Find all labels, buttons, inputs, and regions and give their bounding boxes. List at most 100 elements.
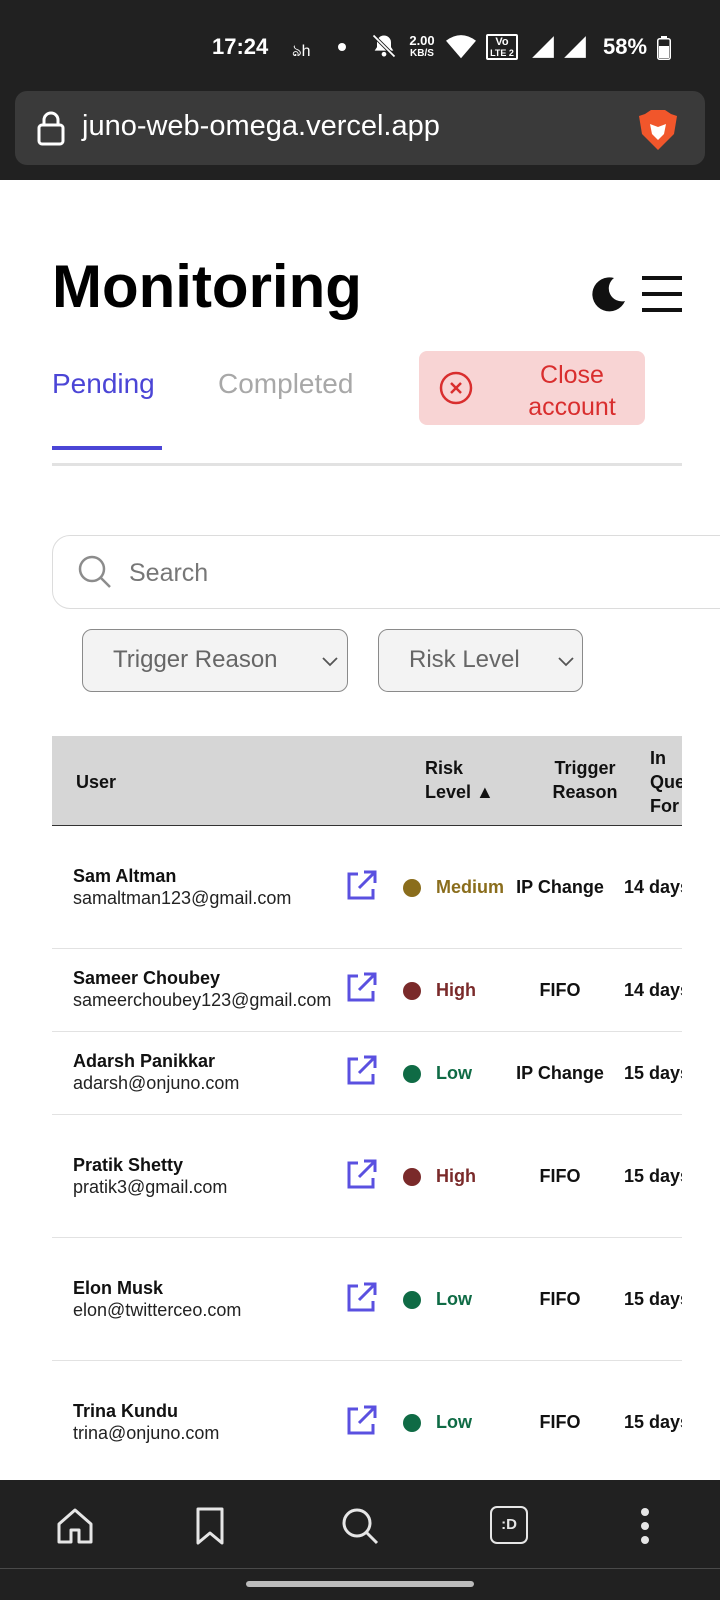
volte-line2: LTE 2 (490, 48, 514, 58)
more-options-icon[interactable] (625, 1506, 665, 1546)
risk-dot (403, 1414, 421, 1432)
risk-level-select-label: Risk Level (409, 646, 520, 673)
external-link-icon[interactable] (344, 869, 378, 903)
risk-dot (403, 1168, 421, 1186)
risk-level-select[interactable]: Risk Level (378, 629, 583, 692)
queue-duration: 15 days (624, 1166, 682, 1186)
queue-duration: 14 days (624, 980, 682, 1000)
external-link-icon[interactable] (344, 1054, 378, 1088)
notification-dot-icon (338, 43, 346, 51)
queue-duration: 15 days (624, 1063, 682, 1083)
status-extra-indicator: ঌh (292, 43, 311, 60)
risk-dot (403, 1291, 421, 1309)
trigger-reason: FIFO (539, 980, 581, 1000)
table-row: Sameer Choubey sameerchoubey123@gmail.co… (52, 949, 682, 1032)
brave-lion-icon[interactable] (637, 108, 679, 152)
search-icon (78, 555, 111, 588)
table-row: Pratik Shetty pratik3@gmail.com High FIF… (52, 1115, 682, 1238)
url-text[interactable]: juno-web-omega.vercel.app (82, 110, 440, 143)
column-header-trigger-reason: Trigger Reason (552, 758, 618, 802)
bookmark-icon[interactable] (190, 1506, 230, 1546)
table-row: Sam Altman samaltman123@gmail.com Medium… (52, 826, 682, 949)
active-tab-indicator (52, 446, 162, 450)
network-speed: 2.00 KB/S (404, 34, 440, 60)
risk-dot (403, 1065, 421, 1083)
user-email: pratik3@gmail.com (73, 1177, 228, 1197)
table-header: User Risk Level ▲ Trigger Reason In Queu… (52, 736, 682, 826)
battery-percent: 58% (603, 34, 648, 59)
table-row: Adarsh Panikkar adarsh@onjuno.com Low IP… (52, 1032, 682, 1115)
trigger-reason: FIFO (539, 1289, 581, 1309)
table-body: Sam Altman samaltman123@gmail.com Medium… (52, 826, 682, 1480)
external-link-icon[interactable] (344, 1281, 378, 1315)
close-account-button[interactable]: Close account (419, 351, 645, 425)
risk-level: Medium (436, 877, 505, 897)
volte-line1: Vo (495, 36, 509, 48)
tab-pending[interactable]: Pending (52, 368, 155, 400)
tab-divider (52, 463, 682, 466)
search-box[interactable] (52, 535, 720, 609)
trigger-reason: IP Change (516, 1063, 604, 1083)
close-circle-icon (439, 371, 473, 405)
lock-icon[interactable] (36, 110, 66, 146)
search-input[interactable] (127, 552, 631, 594)
risk-level: Low (436, 1412, 472, 1432)
column-header-user: User (76, 772, 117, 792)
user-name: Pratik Shetty (73, 1155, 184, 1175)
home-icon[interactable] (55, 1506, 95, 1546)
volte-badge: Vo LTE 2 (486, 34, 518, 60)
user-email: trina@onjuno.com (73, 1423, 220, 1443)
external-link-icon[interactable] (344, 971, 378, 1005)
tab-completed[interactable]: Completed (218, 368, 353, 400)
user-email: samaltman123@gmail.com (73, 888, 292, 908)
tabs-counter-label: :D (501, 1516, 517, 1533)
risk-dot (403, 879, 421, 897)
hamburger-menu-icon[interactable] (642, 274, 682, 314)
trigger-reason-select[interactable]: Trigger Reason (82, 629, 348, 692)
user-name: Trina Kundu (73, 1401, 178, 1421)
tabs-counter-button[interactable]: :D (490, 1506, 528, 1544)
wifi-icon (446, 35, 476, 59)
chevron-down-icon (558, 657, 574, 667)
user-name: Adarsh Panikkar (73, 1051, 216, 1071)
search-icon[interactable] (340, 1506, 380, 1546)
status-time: 17:24 (212, 34, 269, 59)
network-speed-unit: KB/S (410, 48, 434, 59)
column-header-in-queue-for: In Queue For (650, 748, 682, 816)
trigger-reason: FIFO (539, 1412, 581, 1432)
close-account-label: Close account (528, 361, 616, 421)
table-row: Elon Musk elon@twitterceo.com Low FIFO 1… (52, 1238, 682, 1361)
risk-level: Low (436, 1063, 472, 1083)
table-row: Trina Kundu trina@onjuno.com Low FIFO 15… (52, 1361, 682, 1480)
battery-icon (657, 36, 671, 60)
user-name: Sam Altman (73, 866, 177, 886)
trigger-reason: IP Change (516, 877, 604, 897)
external-link-icon[interactable] (344, 1158, 378, 1192)
nav-divider (0, 1568, 720, 1569)
risk-level: Low (436, 1289, 472, 1309)
risk-level: High (436, 1166, 476, 1186)
chevron-down-icon (322, 657, 338, 667)
user-email: elon@twitterceo.com (73, 1300, 242, 1320)
user-email: adarsh@onjuno.com (73, 1073, 240, 1093)
signal-icon-sim2 (564, 36, 586, 58)
external-link-icon[interactable] (344, 1404, 378, 1438)
column-header-risk-level[interactable]: Risk Level ▲ (425, 756, 509, 804)
queue-duration: 15 days (624, 1289, 682, 1309)
queue-duration: 15 days (624, 1412, 682, 1432)
browser-bottom-nav: :D (0, 1480, 720, 1600)
gesture-handle[interactable] (246, 1581, 474, 1587)
bell-muted-icon (372, 34, 396, 58)
risk-dot (403, 982, 421, 1000)
status-bar: 17:24 ঌh 2.00 KB/S Vo LTE 2 58% (0, 0, 720, 88)
signal-icon (532, 36, 554, 58)
user-email: sameerchoubey123@gmail.com (73, 990, 332, 1010)
risk-level: High (436, 980, 476, 1000)
page-title: Monitoring (52, 253, 362, 320)
user-name: Sameer Choubey (73, 968, 221, 988)
trigger-reason: FIFO (539, 1166, 581, 1186)
user-name: Elon Musk (73, 1278, 164, 1298)
dark-mode-moon-icon[interactable] (588, 274, 628, 314)
queue-duration: 14 days (624, 877, 682, 897)
network-speed-value: 2.00 (409, 33, 435, 48)
